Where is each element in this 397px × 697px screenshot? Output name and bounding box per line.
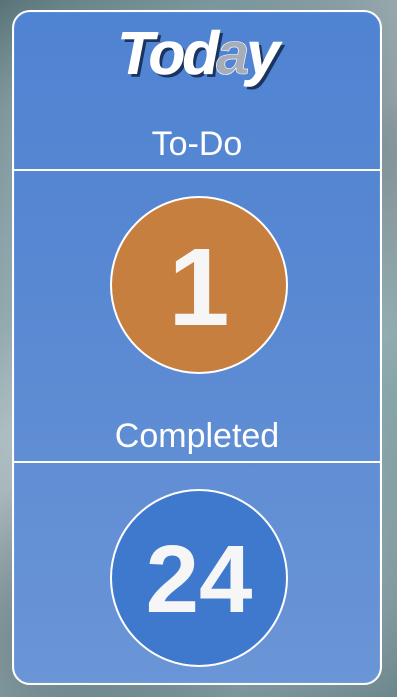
todo-label: To-Do: [151, 125, 243, 163]
today-widget: Today To-Do 1 Completed 24: [12, 10, 382, 685]
todo-count-button[interactable]: 1: [110, 196, 288, 374]
logo-text-accent: a: [215, 20, 250, 87]
completed-divider: [14, 461, 380, 463]
today-logo: Today: [14, 23, 380, 84]
todo-count: 1: [168, 226, 230, 349]
logo-text-main: Tod: [117, 20, 219, 87]
completed-count-button[interactable]: 24: [110, 489, 288, 667]
todo-divider: [14, 169, 380, 171]
completed-label: Completed: [114, 417, 280, 455]
logo-text-end: y: [246, 20, 280, 87]
completed-count: 24: [145, 526, 253, 633]
